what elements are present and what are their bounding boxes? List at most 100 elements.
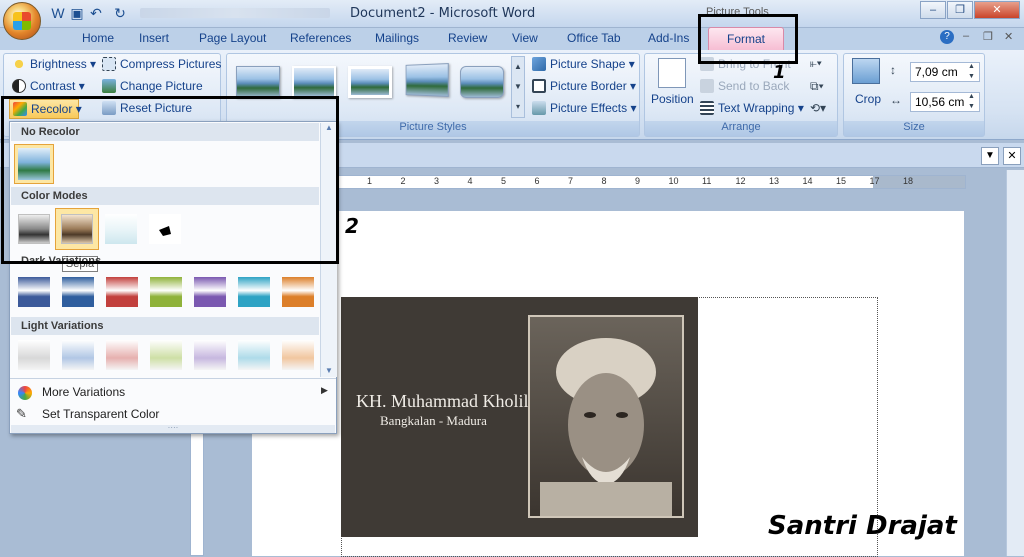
save-icon[interactable]: ▣ <box>69 5 85 21</box>
tab-page-layout[interactable]: Page Layout <box>199 31 266 49</box>
picture-caption-place: Bangkalan - Madura <box>380 413 487 428</box>
dark-variation-swatch[interactable] <box>18 277 50 307</box>
dark-variation-swatch[interactable] <box>62 277 94 307</box>
dark-variation-swatch[interactable] <box>194 277 226 307</box>
more-variations-menu-item[interactable]: More Variations <box>42 385 125 399</box>
quick-access-toolbar <box>140 8 330 18</box>
light-variations-row <box>10 340 320 372</box>
width-spinner-icon[interactable]: ▲ ▼ <box>968 92 980 112</box>
tab-insert[interactable]: Insert <box>139 31 169 49</box>
picture-style-thumb[interactable] <box>405 63 449 97</box>
light-variation-swatch[interactable] <box>18 340 50 370</box>
compress-icon <box>102 57 116 71</box>
send-to-back-icon <box>700 79 714 93</box>
picture-shape-button[interactable]: Picture Shape ▾ <box>532 57 635 71</box>
word-icon: W <box>51 5 65 21</box>
light-variation-swatch[interactable] <box>106 340 138 370</box>
compress-label: Compress Pictures <box>120 57 222 71</box>
tab-view[interactable]: View <box>512 31 538 49</box>
picture-style-thumb[interactable] <box>292 66 336 98</box>
tab-references[interactable]: References <box>290 31 351 49</box>
compress-pictures-button[interactable]: Compress Pictures <box>102 57 221 71</box>
more-variations-icon <box>18 386 32 400</box>
picture-style-thumb[interactable] <box>348 66 392 98</box>
dark-variation-swatch[interactable] <box>238 277 270 307</box>
text-wrapping-icon <box>700 101 714 115</box>
light-variation-swatch[interactable] <box>282 340 314 370</box>
contrast-button[interactable]: Contrast ▾ <box>12 79 85 93</box>
help-icon[interactable]: ? <box>940 30 954 44</box>
eyedropper-icon: ✎ <box>16 406 27 421</box>
crop-button[interactable]: Crop <box>855 92 881 106</box>
change-picture-button[interactable]: Change Picture <box>102 79 203 93</box>
office-button-icon[interactable] <box>3 2 41 40</box>
portrait-photo <box>528 315 684 518</box>
set-transparent-color-menu-item[interactable]: Set Transparent Color <box>42 407 159 421</box>
align-icon[interactable]: ⫦▾ <box>810 56 832 72</box>
maximize-button[interactable]: ❐ <box>947 1 973 19</box>
styles-gallery-scroll[interactable]: ▲ ▼ ▾ <box>511 56 525 118</box>
picture-effects-button[interactable]: Picture Effects ▾ <box>532 101 637 115</box>
tab-mailings[interactable]: Mailings <box>375 31 419 49</box>
ruler-tick-label: 11 <box>702 176 712 186</box>
picture-shape-label: Picture Shape <box>550 57 626 71</box>
close-button[interactable]: ✕ <box>974 1 1020 19</box>
light-variation-swatch[interactable] <box>238 340 270 370</box>
picture-style-thumb[interactable] <box>236 66 280 98</box>
annotation-box-recolor <box>1 96 339 264</box>
ruler-tick-label: 17 <box>869 176 880 186</box>
picture-shape-icon <box>532 57 546 71</box>
ruler-tick-label: 3 <box>434 176 440 186</box>
light-variation-swatch[interactable] <box>62 340 94 370</box>
ribbon-close-icon[interactable]: ✕ <box>1004 30 1016 43</box>
ruler-tick-label: 13 <box>769 176 780 186</box>
brightness-icon <box>12 57 26 71</box>
horizontal-ruler[interactable]: 1 2 3 4 5 6 7 8 9 10 11 12 13 14 15 17 18 <box>338 175 966 189</box>
size-label: Size <box>844 121 984 136</box>
dark-variation-swatch[interactable] <box>150 277 182 307</box>
text-wrapping-label: Text Wrapping <box>718 101 795 115</box>
undo-icon[interactable]: ↶ <box>88 5 104 21</box>
picture-style-thumb[interactable] <box>460 66 504 98</box>
tab-office-tab[interactable]: Office Tab <box>567 31 621 49</box>
height-spinner-icon[interactable]: ▲ ▼ <box>968 62 980 82</box>
ruler-tick-label: 12 <box>735 176 746 186</box>
dark-variation-swatch[interactable] <box>282 277 314 307</box>
ruler-tick-label: 15 <box>836 176 847 186</box>
annotation-label-2: 2 <box>345 214 359 238</box>
brightness-button[interactable]: Brightness ▾ <box>12 57 96 71</box>
ribbon-restore-icon[interactable]: ❐ <box>983 30 995 43</box>
ruler-tick-label: 7 <box>568 176 574 186</box>
menu-divider <box>10 378 336 379</box>
light-variation-swatch[interactable] <box>194 340 226 370</box>
vertical-scrollbar[interactable] <box>1006 170 1024 556</box>
redo-icon[interactable]: ↻ <box>112 5 128 21</box>
crop-icon <box>852 58 880 84</box>
ruler-tick-label: 2 <box>400 176 406 186</box>
doc-tab-dropdown-icon[interactable]: ▼ <box>981 147 999 165</box>
tab-review[interactable]: Review <box>448 31 487 49</box>
group-icon[interactable]: ⧉▾ <box>810 79 832 95</box>
tab-home[interactable]: Home <box>82 31 114 49</box>
contrast-icon <box>12 79 26 93</box>
dark-variation-swatch[interactable] <box>106 277 138 307</box>
ruler-tick-label: 5 <box>501 176 507 186</box>
change-label: Change Picture <box>120 79 203 93</box>
position-button[interactable]: Position <box>651 92 694 106</box>
doc-tab-close-icon[interactable]: ✕ <box>1003 147 1021 165</box>
minimize-button[interactable]: – <box>920 1 946 19</box>
ruler-tick-label: 6 <box>534 176 540 186</box>
picture-effects-label: Picture Effects <box>550 101 628 115</box>
resize-grip[interactable]: ···· <box>11 424 335 433</box>
ribbon-minimize-icon[interactable]: – <box>963 30 975 42</box>
rotate-icon[interactable]: ⟲▾ <box>810 101 832 117</box>
picture-effects-icon <box>532 101 546 115</box>
ruler-tick-label: 1 <box>367 176 373 186</box>
window-title: Document2 - Microsoft Word <box>350 6 536 21</box>
picture-border-icon <box>532 79 546 93</box>
tab-add-ins[interactable]: Add-Ins <box>648 31 689 49</box>
annotation-box-format <box>698 14 798 64</box>
text-wrapping-button[interactable]: Text Wrapping ▾ <box>700 101 804 115</box>
light-variation-swatch[interactable] <box>150 340 182 370</box>
picture-border-button[interactable]: Picture Border ▾ <box>532 79 636 93</box>
